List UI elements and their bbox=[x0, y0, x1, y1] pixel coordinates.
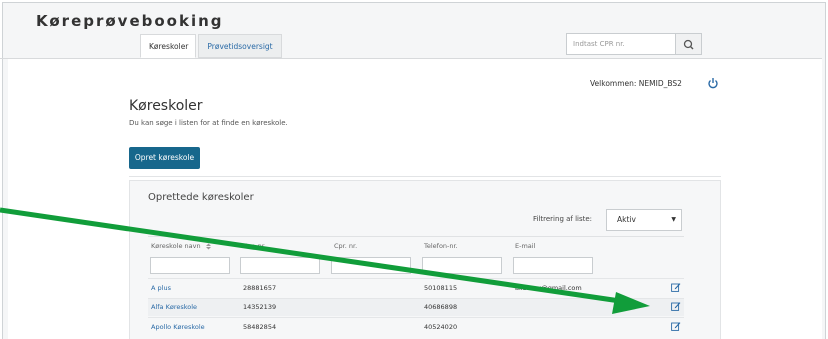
edit-icon[interactable] bbox=[671, 301, 681, 311]
filter-input-email[interactable] bbox=[513, 257, 593, 274]
row-divider bbox=[148, 317, 684, 318]
create-driving-school-button[interactable]: Opret køreskole bbox=[129, 147, 200, 169]
row-cvr: 28881657 bbox=[243, 284, 277, 292]
row-name-link[interactable]: Alfa Køreskole bbox=[151, 303, 197, 311]
filter-select[interactable]: Aktiv ▼ bbox=[606, 209, 682, 231]
row-name-link[interactable]: Apollo Køreskole bbox=[151, 323, 205, 331]
list-title: Oprettede køreskoler bbox=[148, 192, 254, 203]
chevron-down-icon: ▼ bbox=[671, 216, 676, 223]
column-header-email[interactable]: E-mail bbox=[515, 242, 535, 250]
filter-input-cvr[interactable] bbox=[240, 257, 320, 274]
table-top-divider bbox=[148, 236, 684, 237]
row-cvr: 58482854 bbox=[243, 323, 277, 331]
row-phone: 40524020 bbox=[424, 323, 458, 331]
filter-input-name[interactable] bbox=[150, 257, 230, 274]
column-header-phone[interactable]: Telefon-nr. bbox=[424, 242, 458, 250]
column-header-name[interactable]: Køreskole navn bbox=[151, 242, 212, 250]
row-phone: 50108115 bbox=[424, 284, 458, 292]
filter-input-phone[interactable] bbox=[422, 257, 502, 274]
row-divider bbox=[148, 278, 684, 279]
edit-icon[interactable] bbox=[671, 321, 681, 331]
row-name-link[interactable]: A plus bbox=[151, 284, 171, 292]
app-brand: Køreprøvebooking bbox=[36, 12, 224, 30]
search-button[interactable] bbox=[676, 33, 702, 55]
row-background bbox=[148, 298, 684, 316]
divider bbox=[129, 176, 721, 177]
power-icon[interactable] bbox=[707, 76, 719, 90]
search-icon bbox=[683, 39, 694, 50]
tab-provetidsoversigt[interactable]: Prøvetidsoversigt bbox=[198, 34, 282, 58]
page-title: Køreskoler bbox=[129, 98, 203, 114]
column-header-cvr[interactable]: Cvr. nr. bbox=[243, 242, 266, 250]
welcome-text: Velkommen: NEMID_BS2 bbox=[590, 79, 682, 88]
sort-icon bbox=[205, 243, 211, 249]
column-header-cpr[interactable]: Cpr. nr. bbox=[334, 242, 357, 250]
row-divider bbox=[148, 298, 684, 299]
cpr-search-input[interactable]: Indtast CPR nr. bbox=[566, 33, 676, 55]
filter-label: Filtrering af liste: bbox=[533, 215, 593, 223]
tab-koreskoler[interactable]: Køreskoler bbox=[140, 34, 196, 58]
row-phone: 40686898 bbox=[424, 303, 458, 311]
filter-input-cpr[interactable] bbox=[331, 257, 411, 274]
row-cvr: 14352139 bbox=[243, 303, 277, 311]
filter-value: Aktiv bbox=[617, 215, 636, 224]
page-subtitle: Du kan søge i listen for at finde en kør… bbox=[129, 119, 288, 127]
edit-icon[interactable] bbox=[671, 282, 681, 292]
row-email: aliabory@gmail.com bbox=[515, 284, 582, 292]
